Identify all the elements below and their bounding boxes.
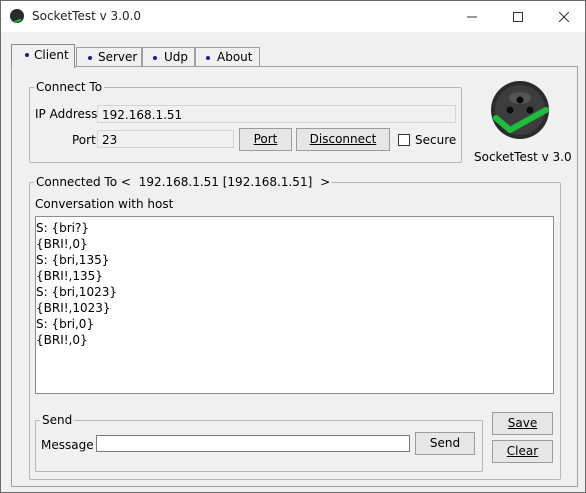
save-button-label: Save bbox=[507, 416, 538, 430]
title-bar[interactable]: SocketTest v 3.0.0 bbox=[1, 1, 585, 32]
app-icon bbox=[10, 9, 24, 23]
tab-label: About bbox=[217, 50, 253, 64]
conversation-line: S: {bri?} bbox=[36, 221, 89, 235]
tab-udp[interactable]: Udp bbox=[142, 47, 195, 67]
connect-to-legend: Connect To bbox=[34, 80, 105, 94]
connected-host: 192.168.1.51 [192.168.1.51] bbox=[138, 175, 313, 189]
send-legend: Send bbox=[40, 413, 75, 427]
maximize-icon bbox=[513, 11, 523, 22]
window-title: SocketTest v 3.0.0 bbox=[32, 9, 142, 23]
connected-prefix: Connected To < bbox=[36, 175, 131, 189]
tab-client[interactable]: Client bbox=[11, 44, 75, 68]
client-panel: Connect To IP Address 192.168.1.51 Port … bbox=[11, 66, 578, 487]
secure-label: Secure bbox=[415, 133, 457, 147]
port-field[interactable]: 23 bbox=[97, 130, 234, 148]
close-button[interactable] bbox=[541, 1, 586, 32]
save-button[interactable]: Save bbox=[492, 412, 553, 435]
ip-address-label: IP Address bbox=[35, 107, 98, 121]
tab-server[interactable]: Server bbox=[76, 47, 142, 67]
tab-about[interactable]: About bbox=[195, 47, 260, 67]
clear-button-label: Clear bbox=[506, 444, 539, 458]
app-window: SocketTest v 3.0.0 Client Server Udp Abo… bbox=[0, 0, 586, 493]
conversation-line: S: {bri,0} bbox=[36, 317, 95, 331]
disconnect-button[interactable]: Disconnect bbox=[296, 128, 390, 151]
tab-dot-icon bbox=[153, 56, 157, 60]
conversation-line: {BRI!,0} bbox=[36, 237, 88, 251]
connect-to-group: Connect To IP Address 192.168.1.51 Port … bbox=[29, 80, 462, 163]
conversation-textarea[interactable]: S: {bri?} {BRI!,0} S: {bri,135} {BRI!,13… bbox=[35, 216, 554, 394]
minimize-icon bbox=[467, 16, 477, 17]
conversation-line: {BRI!,135} bbox=[36, 269, 103, 283]
port-button[interactable]: Port bbox=[239, 128, 292, 151]
message-input[interactable] bbox=[96, 435, 410, 452]
tab-dot-icon bbox=[206, 56, 210, 60]
conversation-line: {BRI!,1023} bbox=[36, 301, 111, 315]
clear-button[interactable]: Clear bbox=[492, 440, 553, 463]
message-label: Message bbox=[41, 438, 94, 452]
port-button-label: Port bbox=[253, 132, 278, 146]
conversation-line: {BRI!,0} bbox=[36, 333, 88, 347]
tab-label: Udp bbox=[164, 50, 189, 64]
send-button[interactable]: Send bbox=[415, 432, 475, 455]
ip-address-field[interactable]: 192.168.1.51 bbox=[97, 105, 456, 123]
logo-caption: SocketTest v 3.0 bbox=[474, 150, 572, 164]
conversation-line: S: {bri,135} bbox=[36, 253, 110, 267]
tab-dot-icon bbox=[25, 53, 29, 57]
tab-label: Client bbox=[34, 48, 69, 62]
secure-checkbox[interactable] bbox=[398, 134, 410, 146]
connected-to-legend: Connected To < 192.168.1.51 [192.168.1.5… bbox=[34, 175, 333, 189]
conversation-line: S: {bri,1023} bbox=[36, 285, 117, 299]
conversation-label: Conversation with host bbox=[35, 197, 174, 211]
port-label: Port bbox=[72, 133, 96, 147]
connected-suffix: > bbox=[320, 175, 331, 189]
disconnect-button-label: Disconnect bbox=[309, 132, 377, 146]
tab-label: Server bbox=[98, 50, 138, 64]
close-icon bbox=[559, 11, 569, 22]
maximize-button[interactable] bbox=[495, 1, 541, 32]
send-group: Send Message Send bbox=[35, 413, 483, 472]
tab-dot-icon bbox=[88, 56, 92, 60]
minimize-button[interactable] bbox=[449, 1, 495, 32]
connected-to-group: Connected To < 192.168.1.51 [192.168.1.5… bbox=[29, 175, 561, 480]
sockettest-logo-icon bbox=[491, 81, 549, 139]
